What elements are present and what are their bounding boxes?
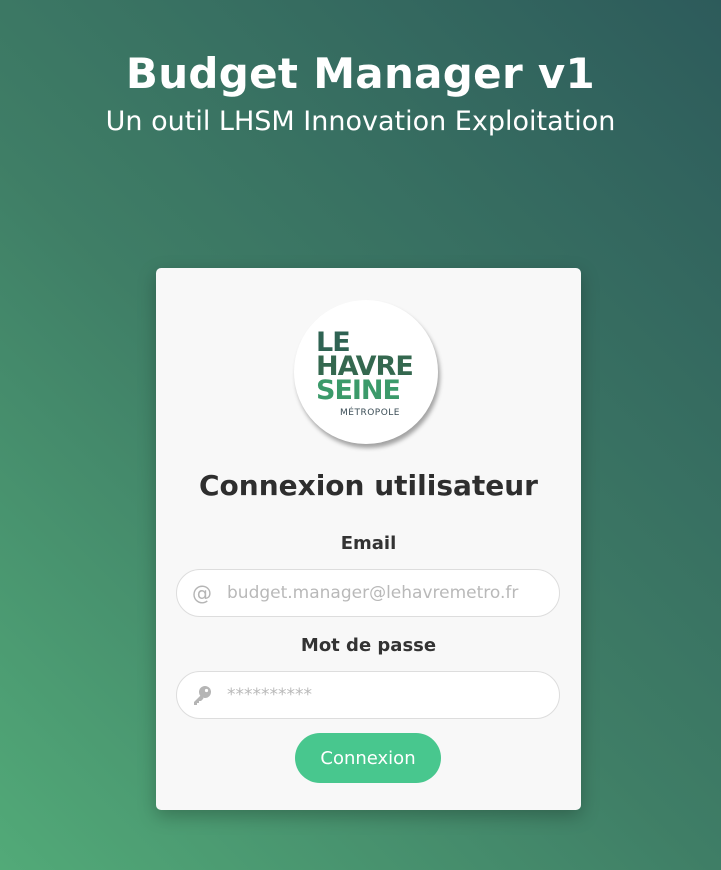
email-input[interactable]: [227, 570, 547, 616]
logo-text-seine: SEINE: [316, 375, 401, 406]
le-havre-seine-metropole-logo: LE HAVRE SEINE MÉTROPOLE: [294, 300, 438, 444]
key-icon-graphic: [194, 686, 211, 705]
key-icon: [191, 684, 213, 706]
app-subtitle: Un outil LHSM Innovation Exploitation: [105, 106, 616, 137]
login-card: LE HAVRE SEINE MÉTROPOLE Connexion utili…: [156, 268, 581, 810]
password-input[interactable]: [227, 672, 547, 718]
at-icon: @: [192, 581, 212, 605]
logo-text-metropole: MÉTROPOLE: [340, 408, 400, 418]
password-field-container: [176, 671, 560, 719]
login-button[interactable]: Connexion: [295, 733, 441, 783]
login-title: Connexion utilisateur: [198, 469, 538, 502]
page-header: Budget Manager v1 Un outil LHSM Innovati…: [0, 48, 721, 140]
email-field-container: @: [176, 569, 560, 617]
email-label: Email: [340, 533, 397, 554]
password-label: Mot de passe: [300, 635, 437, 656]
app-title: Budget Manager v1: [125, 49, 596, 98]
